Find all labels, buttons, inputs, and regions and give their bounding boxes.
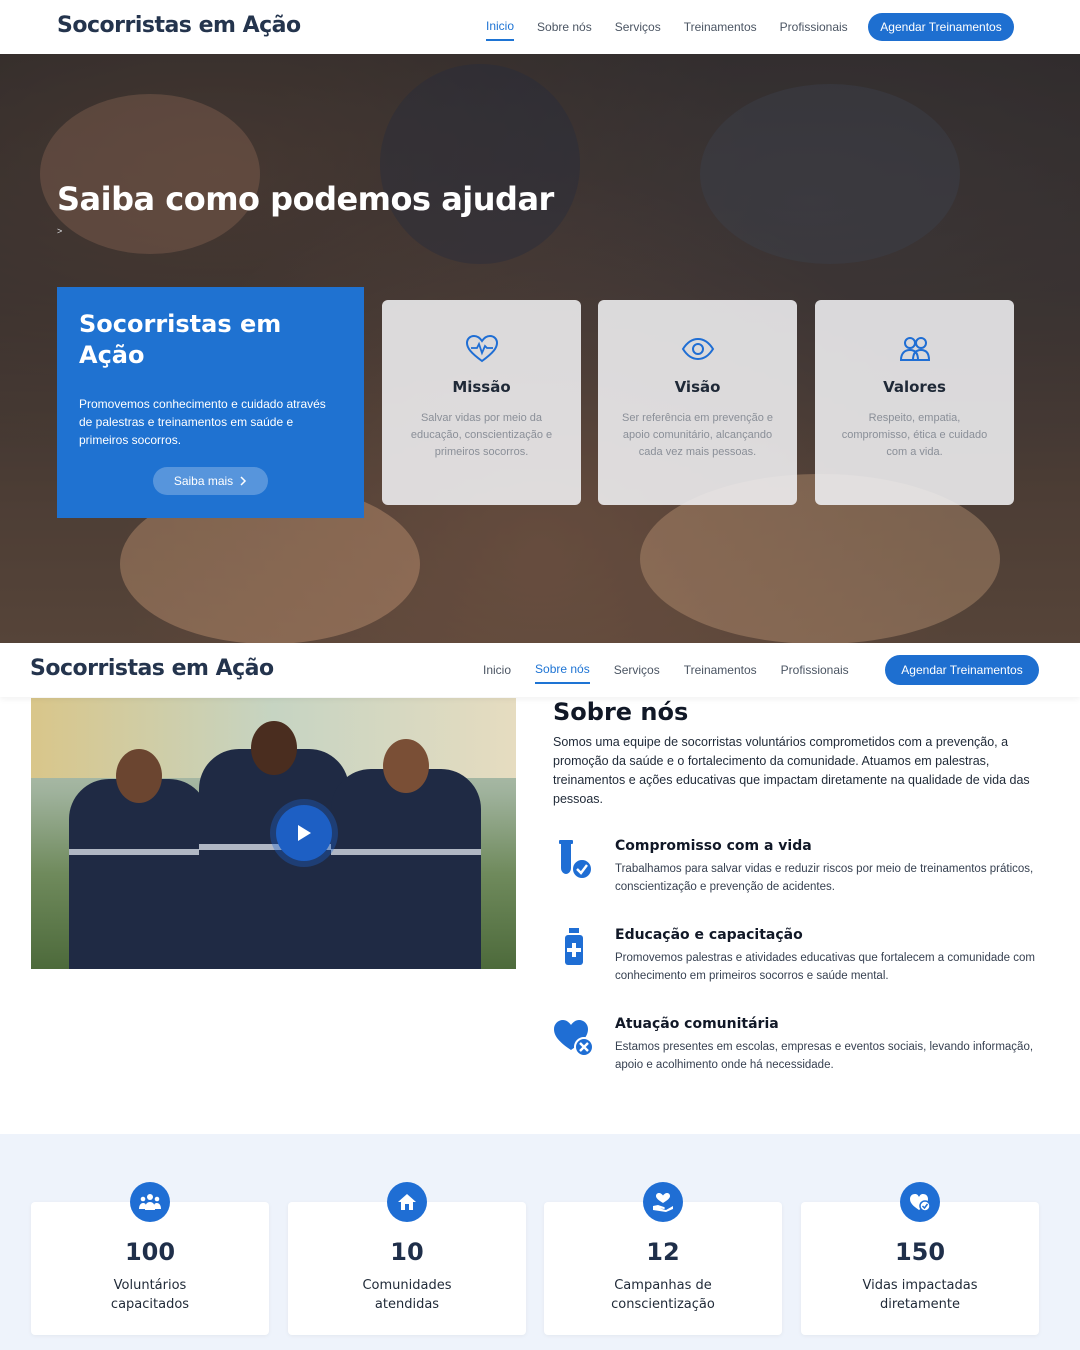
stat-label: Campanhas de conscientização xyxy=(611,1278,715,1312)
nav-link-inicio[interactable]: Inicio xyxy=(483,663,511,683)
team-video-thumbnail[interactable] xyxy=(31,698,516,969)
schedule-training-button[interactable]: Agendar Treinamentos xyxy=(885,655,1039,685)
hero-bg-shape xyxy=(380,64,580,264)
breadcrumb: > xyxy=(57,226,63,236)
stat-label: Vidas impactadas diretamente xyxy=(862,1278,978,1312)
eye-icon xyxy=(681,337,714,361)
stat-value: 100 xyxy=(124,1238,176,1266)
rescuer-figure xyxy=(331,739,481,969)
values-card: Valores Respeito, empatia, compromisso, … xyxy=(815,300,1014,505)
stat-value: 10 xyxy=(390,1238,424,1266)
uniform-stripe xyxy=(331,849,481,855)
learn-more-button[interactable]: Saiba mais xyxy=(153,467,268,495)
brand-logo[interactable]: Socorristas em Ação xyxy=(57,13,301,38)
about-text: Somos uma equipe de socorristas voluntár… xyxy=(553,735,1030,806)
mission-text: Salvar vidas por meio da educação, consc… xyxy=(410,412,553,458)
uniform-stripe xyxy=(69,849,209,855)
rescuer-head xyxy=(251,721,297,775)
test-tube-check-icon xyxy=(559,840,593,880)
feature-title: Educação e capacitação xyxy=(615,927,803,943)
nav-link-sobre[interactable]: Sobre nós xyxy=(535,662,590,684)
heart-x-icon xyxy=(554,1020,594,1057)
stat-value: 12 xyxy=(646,1238,680,1266)
stat-card-campaigns: 12 Campanhas de conscientização xyxy=(544,1182,782,1335)
hero-bg-shape xyxy=(700,84,960,264)
nav-links: Inicio Sobre nós Serviços Treinamentos P… xyxy=(486,19,848,41)
heart-pulse-icon xyxy=(465,334,498,363)
mission-title: Missão xyxy=(452,378,511,396)
vision-text: Ser referência em prevenção e apoio comu… xyxy=(621,412,774,458)
feature-title: Compromisso com a vida xyxy=(615,838,812,854)
nav-links: Inicio Sobre nós Serviços Treinamentos P… xyxy=(483,662,849,684)
hero-title: Saiba como podemos ajudar xyxy=(57,180,554,218)
stat-label: Voluntários capacitados xyxy=(110,1278,190,1312)
people-group-icon xyxy=(130,1182,170,1222)
values-text: Respeito, empatia, compromisso, ética e … xyxy=(841,412,988,458)
stat-card-volunteers: 100 Voluntários capacitados xyxy=(31,1182,269,1335)
intro-card: Socorristas em Ação Promovemos conhecime… xyxy=(57,287,364,518)
nav-link-treinamentos[interactable]: Treinamentos xyxy=(684,20,757,40)
stat-card-lives: 150 Vidas impactadas diretamente xyxy=(801,1182,1039,1335)
nav-link-servicos[interactable]: Serviços xyxy=(615,20,661,40)
heart-badge-icon xyxy=(900,1182,940,1222)
feature-text: Estamos presentes em escolas, empresas e… xyxy=(615,1041,1034,1071)
play-icon xyxy=(298,825,311,841)
about-title: Sobre nós xyxy=(553,698,689,726)
intro-card-text: Promovemos conhecimento e cuidado atravé… xyxy=(79,397,326,447)
hand-heart-icon xyxy=(643,1182,683,1222)
feature-text: Promovemos palestras e atividades educat… xyxy=(615,952,1035,982)
vision-card: Visão Ser referência em prevenção e apoi… xyxy=(598,300,797,505)
users-icon xyxy=(899,337,930,361)
top-navbar: Socorristas em Ação Inicio Sobre nós Ser… xyxy=(0,0,1080,54)
sticky-navbar: Socorristas em Ação Inicio Sobre nós Ser… xyxy=(0,643,1080,697)
feature-text: Trabalhamos para salvar vidas e reduzir … xyxy=(615,863,1034,893)
nav-link-treinamentos[interactable]: Treinamentos xyxy=(684,663,757,683)
nav-link-servicos[interactable]: Serviços xyxy=(614,663,660,683)
hero-section: Saiba como podemos ajudar > Socorristas … xyxy=(0,54,1080,643)
chevron-right-icon xyxy=(240,476,247,486)
rescuer-figure xyxy=(69,749,209,969)
nav-link-sobre[interactable]: Sobre nós xyxy=(537,20,592,40)
mission-card: Missão Salvar vidas por meio da educação… xyxy=(382,300,581,505)
nav-link-profissionais[interactable]: Profissionais xyxy=(781,663,849,683)
rescuer-figure xyxy=(199,721,349,969)
play-video-button[interactable] xyxy=(276,805,332,861)
nav-link-profissionais[interactable]: Profissionais xyxy=(780,20,848,40)
stats-section: 100 Voluntários capacitados 10 Comunidad… xyxy=(0,1134,1080,1350)
house-icon xyxy=(387,1182,427,1222)
hero-bg-shape xyxy=(40,94,260,254)
values-title: Valores xyxy=(883,378,946,396)
feature-title: Atuação comunitária xyxy=(615,1016,779,1032)
brand-logo[interactable]: Socorristas em Ação xyxy=(30,656,274,681)
medicine-bottle-icon xyxy=(565,928,583,965)
vision-title: Visão xyxy=(674,378,721,396)
intro-card-title: Socorristas em Ação xyxy=(79,310,282,369)
nav-link-inicio[interactable]: Inicio xyxy=(486,19,515,41)
stat-label: Comunidades atendidas xyxy=(362,1278,452,1312)
schedule-training-button[interactable]: Agendar Treinamentos xyxy=(868,13,1014,41)
learn-more-label: Saiba mais xyxy=(173,474,234,488)
rescuer-head xyxy=(116,749,162,803)
rescuer-head xyxy=(383,739,429,793)
stat-card-communities: 10 Comunidades atendidas xyxy=(288,1182,526,1335)
stat-value: 150 xyxy=(894,1238,946,1266)
